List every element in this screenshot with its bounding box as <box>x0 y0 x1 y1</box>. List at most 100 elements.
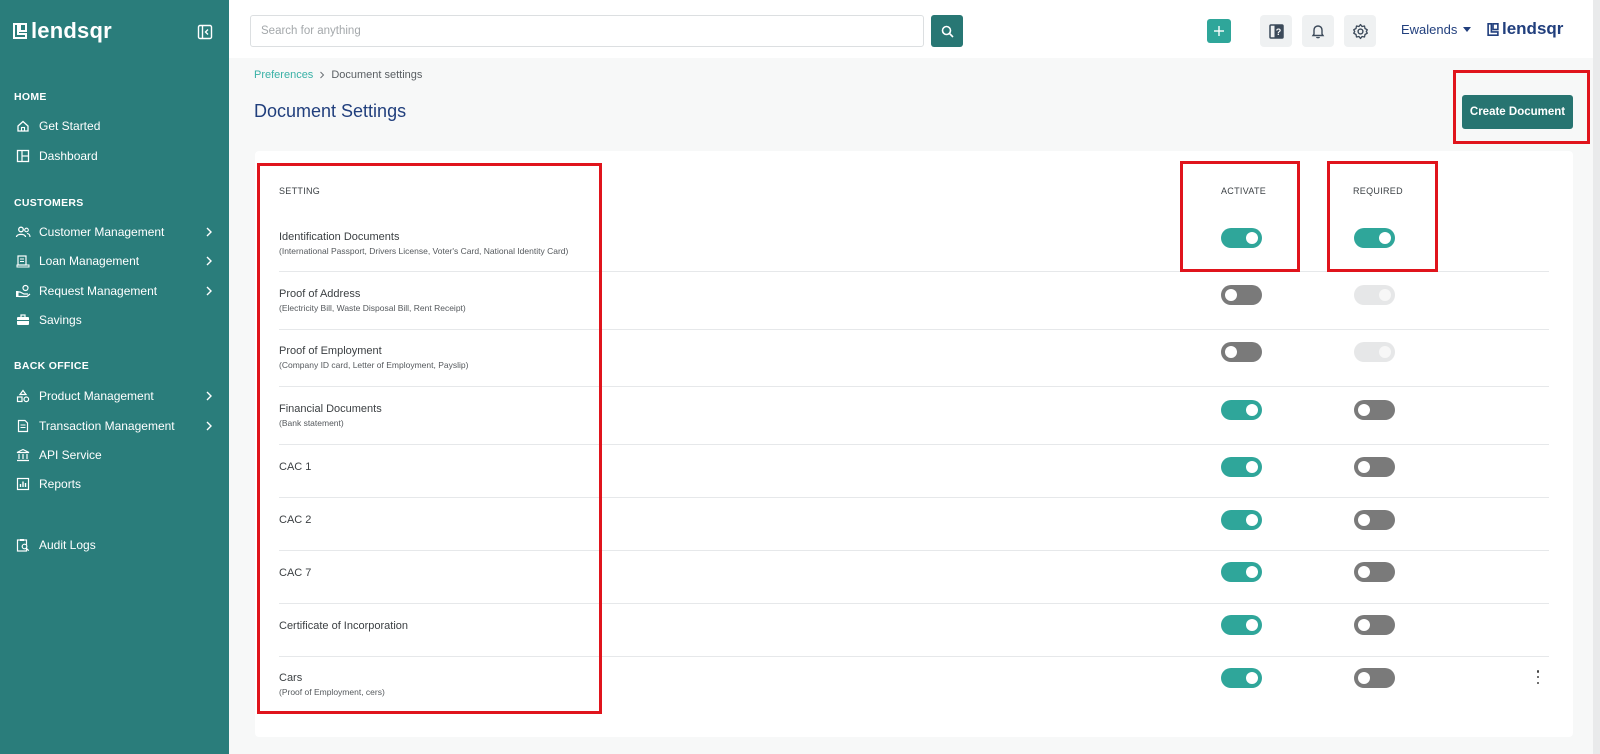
activate-toggle[interactable] <box>1221 562 1262 582</box>
help-book-icon: ? <box>1268 23 1284 39</box>
toggle-knob <box>1358 672 1370 684</box>
toggle-knob <box>1225 346 1237 358</box>
sidebar-item-api-service[interactable]: API Service <box>0 442 229 468</box>
breadcrumb: Preferences Document settings <box>254 69 422 81</box>
dashboard-icon <box>15 148 31 164</box>
sidebar-item-customer-management[interactable]: Customer Management <box>0 219 229 245</box>
chevron-right-icon <box>206 391 212 401</box>
sidebar-item-label: Loan Management <box>39 254 140 268</box>
search-button[interactable] <box>931 15 963 47</box>
activate-toggle[interactable] <box>1221 668 1262 688</box>
toggle-knob <box>1358 566 1370 578</box>
setting-title: Financial Documents <box>279 403 382 415</box>
toggle-knob <box>1246 672 1258 684</box>
column-header-setting: SETTING <box>279 186 321 196</box>
activate-toggle[interactable] <box>1221 285 1262 305</box>
toggle-knob <box>1246 461 1258 473</box>
help-button[interactable]: ? <box>1260 15 1292 47</box>
toggle-knob <box>1246 566 1258 578</box>
setting-title: CAC 1 <box>279 461 312 473</box>
chevron-right-icon <box>206 227 212 237</box>
activate-toggle[interactable] <box>1221 615 1262 635</box>
toggle-knob <box>1358 461 1370 473</box>
breadcrumb-current: Document settings <box>331 69 423 81</box>
brand-name: lendsqr <box>1502 19 1564 38</box>
toggle-knob <box>1379 346 1391 358</box>
page-scrollbar[interactable] <box>1593 0 1600 754</box>
toggle-knob <box>1358 619 1370 631</box>
activate-toggle[interactable] <box>1221 510 1262 530</box>
setting-subtitle: (Bank statement) <box>279 418 344 428</box>
required-toggle[interactable] <box>1354 668 1395 688</box>
product-icon <box>15 388 31 404</box>
lendsqr-logo-icon <box>1487 22 1499 36</box>
toggle-knob <box>1246 232 1258 244</box>
sidebar-item-audit-logs[interactable]: Audit Logs <box>0 532 229 558</box>
required-toggle[interactable] <box>1354 457 1395 477</box>
setting-subtitle: (Proof of Employment, cers) <box>279 687 385 697</box>
notifications-button[interactable] <box>1302 15 1334 47</box>
svg-text:?: ? <box>1275 27 1281 37</box>
setting-title: Proof of Address <box>279 288 361 300</box>
setting-subtitle: (Company ID card, Letter of Employment, … <box>279 360 469 370</box>
required-toggle[interactable] <box>1354 228 1395 248</box>
plus-icon <box>1214 26 1224 36</box>
required-toggle[interactable] <box>1354 285 1395 305</box>
settings-button[interactable] <box>1344 15 1376 47</box>
gear-icon <box>1352 23 1368 39</box>
sidebar-item-label: Product Management <box>39 389 154 403</box>
column-header-required: REQUIRED <box>1353 186 1403 196</box>
collapse-sidebar-icon[interactable] <box>197 24 213 40</box>
topbar: ? Ewalends lendsqr <box>229 0 1600 58</box>
page-title: Document Settings <box>254 101 407 121</box>
setting-title: Cars <box>279 672 303 684</box>
add-button[interactable] <box>1207 19 1231 43</box>
row-options-kebab-icon[interactable] <box>1533 670 1543 684</box>
toggle-knob <box>1379 289 1391 301</box>
required-toggle[interactable] <box>1354 400 1395 420</box>
setting-title: Certificate of Incorporation <box>279 620 409 632</box>
required-toggle[interactable] <box>1354 510 1395 530</box>
sidebar-item-label: API Service <box>39 448 102 462</box>
user-menu[interactable]: Ewalends <box>1401 22 1472 37</box>
sidebar-item-request-management[interactable]: Request Management <box>0 278 229 304</box>
toggle-knob <box>1379 232 1391 244</box>
request-icon <box>15 283 31 299</box>
bell-icon <box>1311 25 1325 39</box>
setting-title: Identification Documents <box>279 231 400 243</box>
activate-toggle[interactable] <box>1221 400 1262 420</box>
sidebar-item-transaction-management[interactable]: Transaction Management <box>0 413 229 439</box>
toggle-knob <box>1225 289 1237 301</box>
breadcrumb-link-preferences[interactable]: Preferences <box>254 69 313 81</box>
loan-icon <box>15 253 31 269</box>
toggle-knob <box>1246 619 1258 631</box>
sidebar-brand[interactable]: lendsqr <box>13 18 112 44</box>
activate-toggle[interactable] <box>1221 228 1262 248</box>
toggle-knob <box>1358 404 1370 416</box>
chevron-right-icon <box>206 286 212 296</box>
required-toggle[interactable] <box>1354 562 1395 582</box>
required-toggle[interactable] <box>1354 615 1395 635</box>
search-input[interactable] <box>250 15 924 47</box>
transaction-icon <box>15 418 31 434</box>
sidebar-item-product-management[interactable]: Product Management <box>0 383 229 409</box>
sidebar-item-savings[interactable]: Savings <box>0 307 229 333</box>
create-document-button[interactable]: Create Document <box>1462 95 1573 129</box>
sidebar-item-loan-management[interactable]: Loan Management <box>0 248 229 274</box>
sidebar: lendsqr HOME Get Started Dashboard CUSTO… <box>0 0 229 754</box>
sidebar-item-label: Request Management <box>39 284 158 298</box>
activate-toggle[interactable] <box>1221 457 1262 477</box>
setting-title: CAC 2 <box>279 514 312 526</box>
section-title-back-office: BACK OFFICE <box>14 360 90 372</box>
chevron-right-icon <box>206 256 212 266</box>
sidebar-item-get-started[interactable]: Get Started <box>0 113 229 139</box>
user-name: Ewalends <box>1401 22 1458 37</box>
sidebar-item-reports[interactable]: Reports <box>0 471 229 497</box>
sidebar-item-dashboard[interactable]: Dashboard <box>0 143 229 169</box>
sidebar-item-label: Transaction Management <box>39 419 175 433</box>
sidebar-item-label: Customer Management <box>39 225 165 239</box>
bank-icon <box>15 447 31 463</box>
activate-toggle[interactable] <box>1221 342 1262 362</box>
required-toggle[interactable] <box>1354 342 1395 362</box>
setting-title: CAC 7 <box>279 567 312 579</box>
